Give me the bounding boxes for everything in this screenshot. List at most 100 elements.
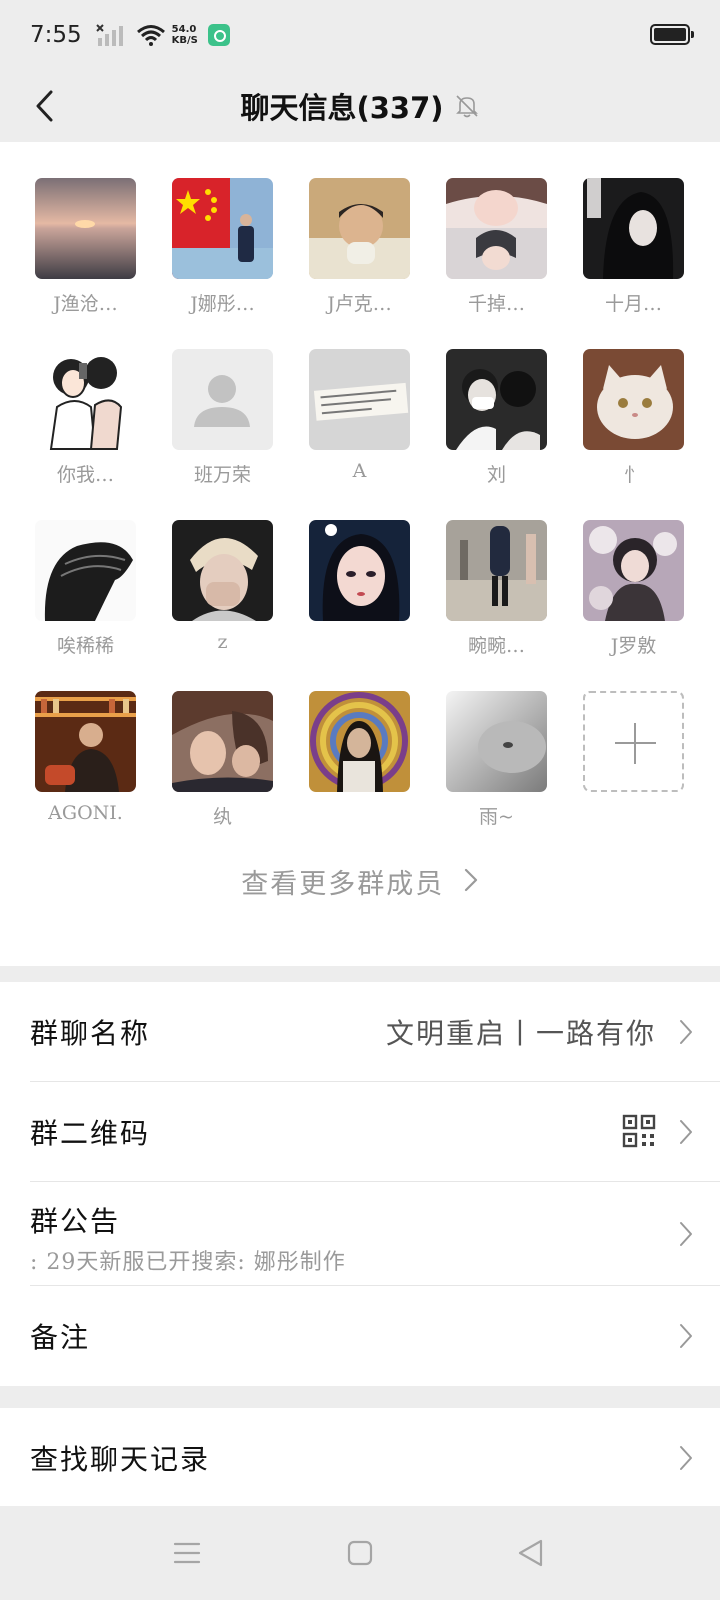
chevron-left-icon xyxy=(36,90,53,122)
member-name: J罗敫 xyxy=(610,635,657,657)
group-notice-preview: : 29天新服已开搜索: 娜彤制作 xyxy=(30,1250,346,1275)
member-item[interactable]: 忄 xyxy=(583,349,684,495)
search-history-panel: 查找聊天记录 xyxy=(0,1408,720,1506)
wifi-icon xyxy=(136,25,165,46)
menu-icon[interactable] xyxy=(170,1536,204,1570)
member-avatar xyxy=(583,178,684,279)
member-name: 班万荣 xyxy=(193,464,251,486)
member-avatar xyxy=(446,520,547,621)
member-item[interactable]: J罗敫 xyxy=(583,520,684,666)
system-nav-bar xyxy=(0,1506,720,1600)
member-avatar xyxy=(446,178,547,279)
member-name: A xyxy=(352,460,367,482)
page-title: 聊天信息(337) xyxy=(240,91,444,125)
member-item[interactable]: 刘 xyxy=(446,349,547,495)
group-name-label: 群聊名称 xyxy=(30,1017,151,1050)
chevron-right-icon xyxy=(680,1222,692,1246)
member-avatar xyxy=(35,349,136,450)
chevron-right-icon xyxy=(680,1446,692,1470)
member-item[interactable]: 你我… xyxy=(35,349,136,495)
member-avatar xyxy=(172,520,273,621)
chevron-right-icon xyxy=(464,868,477,892)
member-name: J渔沧… xyxy=(53,293,118,315)
member-avatar xyxy=(35,178,136,279)
members-panel: J渔沧… J娜彤… J卢克… 千掉… 十月… 你我… 班万荣 A 刘 忄 唉稀稀… xyxy=(0,142,720,966)
member-item[interactable]: 十月… xyxy=(583,178,684,324)
status-bar: 7:55 54.0 KB/S xyxy=(0,0,720,70)
member-avatar xyxy=(583,520,684,621)
group-qr-row[interactable]: 群二维码 xyxy=(30,1082,720,1182)
group-notice-row[interactable]: 群公告 : 29天新服已开搜索: 娜彤制作 xyxy=(30,1182,720,1286)
battery-icon xyxy=(650,24,694,45)
back-triangle-icon[interactable] xyxy=(514,1536,548,1570)
member-name: 纨 xyxy=(212,806,232,828)
member-item[interactable]: J渔沧… xyxy=(35,178,136,324)
search-history-label: 查找聊天记录 xyxy=(30,1443,211,1476)
member-avatar xyxy=(172,691,273,792)
add-member-button[interactable] xyxy=(583,691,684,837)
group-qr-label: 群二维码 xyxy=(30,1117,151,1150)
member-name: 忄 xyxy=(623,464,643,486)
chevron-right-icon xyxy=(680,1020,692,1044)
member-name: J娜彤… xyxy=(190,293,255,315)
member-name: 畹畹… xyxy=(467,635,525,657)
back-button[interactable] xyxy=(18,80,70,132)
member-avatar xyxy=(309,178,410,279)
member-avatar xyxy=(35,691,136,792)
mute-bell-icon xyxy=(455,95,478,118)
member-name: 十月… xyxy=(604,293,662,315)
member-name: 唉稀稀 xyxy=(56,635,114,657)
member-name: 刘 xyxy=(486,464,506,486)
member-avatar xyxy=(583,349,684,450)
member-avatar xyxy=(309,520,410,621)
member-item[interactable]: AGONI. xyxy=(35,691,136,837)
plus-icon xyxy=(583,691,684,792)
member-item[interactable]: J娜彤… xyxy=(172,178,273,324)
group-name-row[interactable]: 群聊名称 文明重启丨一路有你 xyxy=(30,982,720,1082)
remark-label: 备注 xyxy=(30,1321,91,1354)
member-item[interactable]: 千掉… xyxy=(446,178,547,324)
member-item[interactable]: J卢克… xyxy=(309,178,410,324)
member-item[interactable]: 班万荣 xyxy=(172,349,273,495)
chevron-right-icon xyxy=(680,1120,692,1144)
status-time: 7:55 xyxy=(30,22,82,48)
view-more-members[interactable]: 查看更多群成员 xyxy=(0,862,720,901)
member-item[interactable]: A xyxy=(309,349,410,495)
net-speed-value: 54.0 xyxy=(171,24,197,35)
member-item[interactable] xyxy=(309,520,410,666)
settings-panel: 群聊名称 文明重启丨一路有你 群二维码 群公告 : 29天新服已开搜索: 娜彤制… xyxy=(0,982,720,1386)
member-avatar xyxy=(35,520,136,621)
member-avatar xyxy=(446,349,547,450)
member-name: 你我… xyxy=(56,464,114,486)
member-name: 雨~ xyxy=(479,806,514,828)
member-avatar xyxy=(309,691,410,792)
view-more-label: 查看更多群成员 xyxy=(241,869,445,900)
search-history-row[interactable]: 查找聊天记录 xyxy=(30,1408,720,1508)
signal-icon xyxy=(95,24,123,46)
group-name-value: 文明重启丨一路有你 xyxy=(385,1017,656,1050)
qr-code-icon xyxy=(622,1114,656,1148)
member-item[interactable]: 纨 xyxy=(172,691,273,837)
member-name: J卢克… xyxy=(327,293,392,315)
member-item[interactable]: 唉稀稀 xyxy=(35,520,136,666)
home-icon[interactable] xyxy=(343,1536,377,1570)
member-avatar xyxy=(309,349,410,450)
member-avatar xyxy=(172,178,273,279)
member-grid: J渔沧… J娜彤… J卢克… 千掉… 十月… 你我… 班万荣 A 刘 忄 唉稀稀… xyxy=(35,178,685,837)
member-item[interactable]: 雨~ xyxy=(446,691,547,837)
member-item[interactable]: z xyxy=(172,520,273,666)
net-speed-unit: KB/S xyxy=(171,35,198,46)
member-avatar xyxy=(446,691,547,792)
nav-bar: 聊天信息(337) xyxy=(0,70,720,142)
member-item[interactable]: 畹畹… xyxy=(446,520,547,666)
app-notification-icon xyxy=(207,24,230,46)
group-notice-label: 群公告 xyxy=(30,1205,121,1238)
chevron-right-icon xyxy=(680,1324,692,1348)
member-item[interactable] xyxy=(309,691,410,837)
member-name: z xyxy=(217,631,228,653)
remark-row[interactable]: 备注 xyxy=(30,1286,720,1386)
member-avatar xyxy=(172,349,273,450)
member-name: 千掉… xyxy=(467,293,525,315)
member-name: AGONI. xyxy=(48,802,123,824)
net-speed: 54.0 KB/S xyxy=(172,24,198,46)
